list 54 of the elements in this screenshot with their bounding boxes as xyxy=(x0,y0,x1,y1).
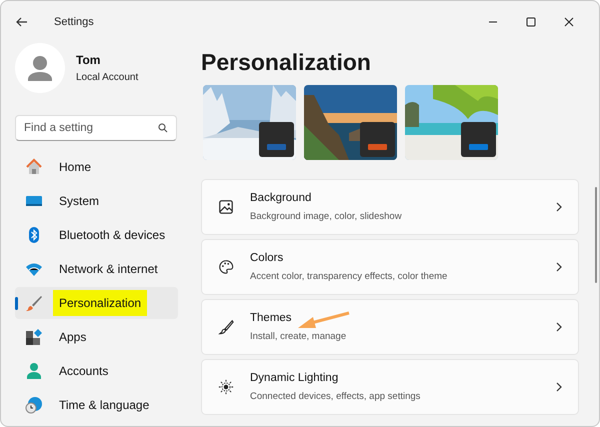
themes-icon xyxy=(218,319,234,335)
chevron-right-icon xyxy=(556,382,562,392)
card-description: Accent color, transparency effects, color theme xyxy=(250,270,448,284)
sidebar-item[interactable]: Time & language xyxy=(15,389,178,421)
sidebar-item[interactable]: Network & internet xyxy=(15,253,178,285)
sidebar-label: Personalization xyxy=(53,290,148,316)
avatar-icon xyxy=(15,43,65,93)
sidebar-label: Time & language xyxy=(58,397,150,414)
card-title: Themes xyxy=(250,311,292,326)
colors-icon xyxy=(218,259,234,275)
card-description: Background image, color, slideshow xyxy=(250,210,402,224)
chevron-right-icon xyxy=(556,322,562,332)
card-title: Background xyxy=(250,191,312,206)
back-icon[interactable] xyxy=(16,17,28,27)
search-field[interactable]: Find a setting xyxy=(15,115,177,141)
card-title: Dynamic Lighting xyxy=(250,371,338,386)
account-name: Tom xyxy=(76,52,102,69)
selection-indicator xyxy=(15,297,18,310)
sidebar-label: Accounts xyxy=(58,363,110,380)
card-title: Colors xyxy=(250,251,284,266)
settings-card[interactable]: Themes Install, create, manage xyxy=(201,299,579,355)
accounts-icon xyxy=(25,362,43,380)
card-description: Connected devices, effects, app settings xyxy=(250,390,420,404)
sidebar-label: Bluetooth & devices xyxy=(58,227,166,244)
time-icon xyxy=(25,396,43,414)
chevron-right-icon xyxy=(556,262,562,272)
sidebar-item[interactable]: System xyxy=(15,185,178,217)
background-icon xyxy=(218,199,234,215)
sidebar-label: Apps xyxy=(58,329,88,346)
sidebar-item[interactable]: Bluetooth & devices xyxy=(15,219,178,251)
home-icon xyxy=(25,158,43,176)
settings-card[interactable]: Background Background image, color, slideshow xyxy=(201,179,579,235)
sidebar-item[interactable]: Accounts xyxy=(15,355,178,387)
page-title: Personalization xyxy=(201,48,372,76)
scrollbar[interactable] xyxy=(595,187,597,283)
search-icon xyxy=(158,123,168,133)
chevron-right-icon xyxy=(556,202,562,212)
sidebar-label: Network & internet xyxy=(58,261,159,278)
sidebar-item[interactable]: Home xyxy=(15,151,178,183)
annotation-arrow xyxy=(297,311,350,330)
sidebar-item[interactable]: Apps xyxy=(15,321,178,353)
apps-icon xyxy=(25,328,43,346)
lighting-icon xyxy=(218,379,234,395)
personalization-icon xyxy=(25,294,43,312)
maximize-icon[interactable] xyxy=(526,17,536,27)
window-title: Settings xyxy=(54,14,94,30)
settings-card[interactable]: Colors Accent color, transparency effects, color theme xyxy=(201,239,579,295)
sidebar-item[interactable]: Personalization xyxy=(15,287,178,319)
sidebar-label: Home xyxy=(58,159,92,176)
account-type: Local Account xyxy=(76,71,138,85)
close-icon[interactable] xyxy=(564,17,574,27)
sidebar-label: System xyxy=(58,193,100,210)
settings-card[interactable]: Dynamic Lighting Connected devices, effects, app settings xyxy=(201,359,579,415)
card-description: Install, create, manage xyxy=(250,330,346,344)
